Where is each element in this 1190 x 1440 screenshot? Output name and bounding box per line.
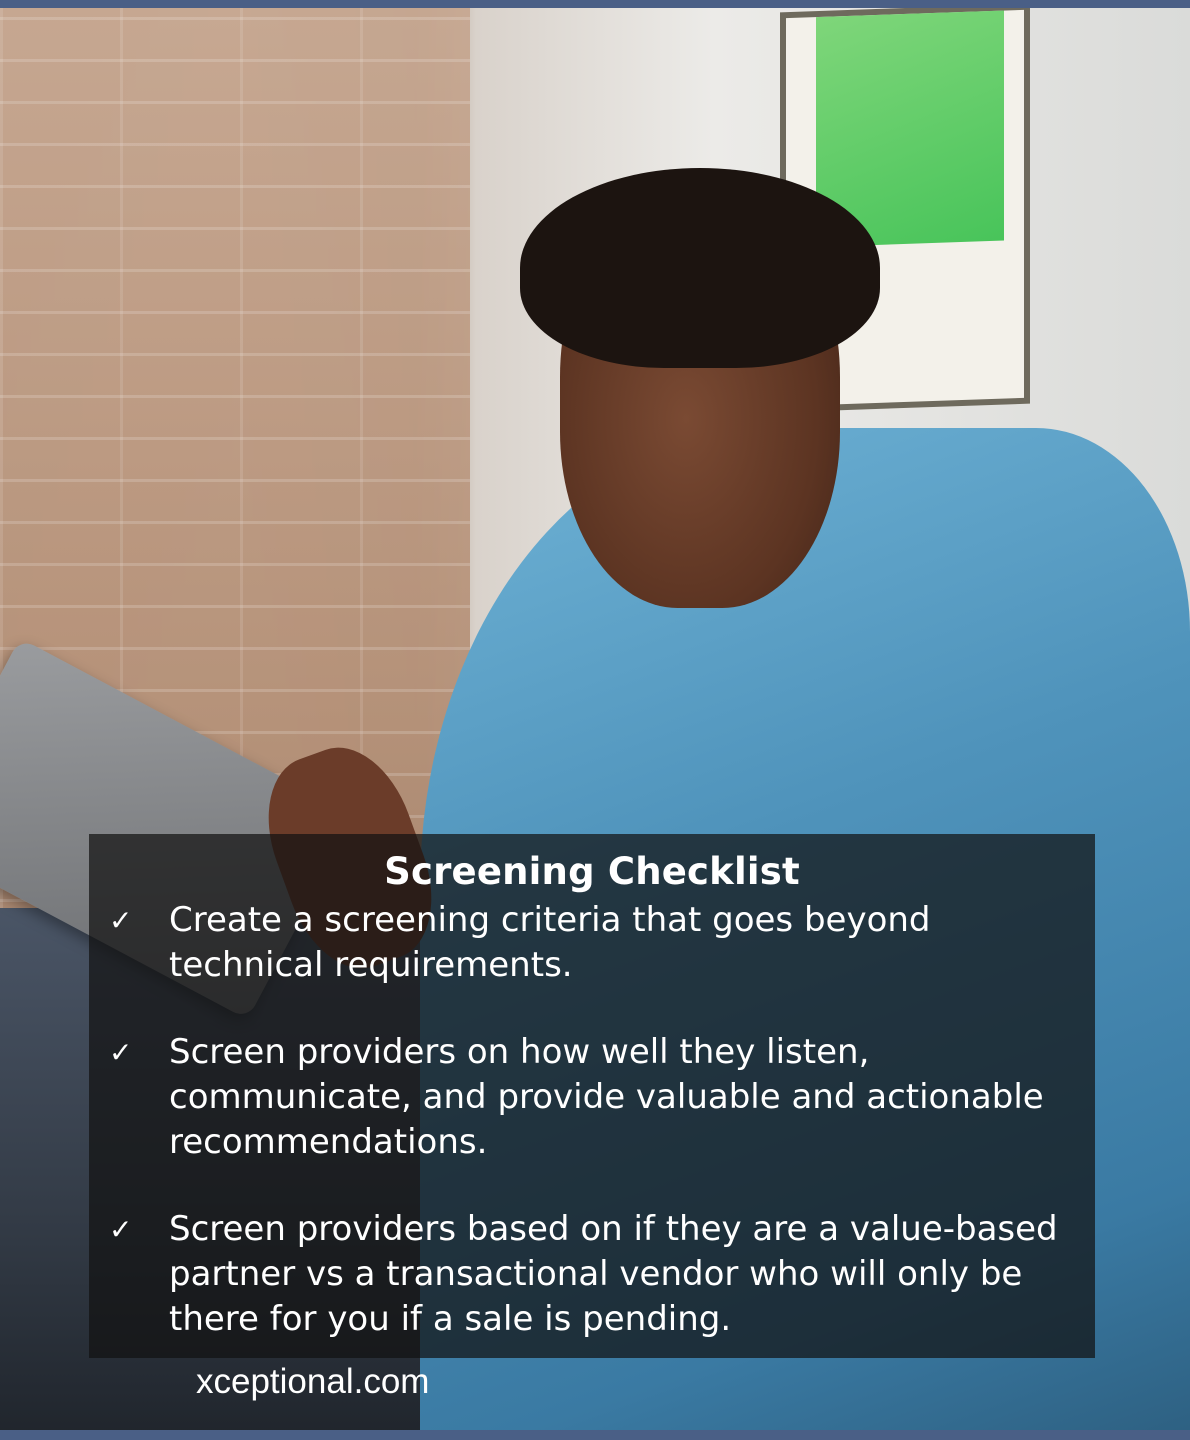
checklist: ✓ Create a screening criteria that goes …	[89, 898, 1095, 1384]
checklist-item-text: Screen providers on how well they listen…	[169, 1032, 1044, 1162]
checklist-item-text: Screen providers based on if they are a …	[169, 1209, 1058, 1339]
checklist-item-text: Create a screening criteria that goes be…	[169, 900, 931, 985]
check-mark-icon: ✓	[109, 1213, 133, 1246]
checklist-item: ✓ Screen providers based on if they are …	[89, 1207, 1095, 1342]
checklist-item: ✓ Screen providers on how well they list…	[89, 1030, 1095, 1165]
panel-title: Screening Checklist	[384, 850, 800, 893]
infographic-frame: Screening Checklist ✓ Create a screening…	[0, 0, 1190, 1440]
site-watermark: xceptional.com	[196, 1362, 430, 1401]
checklist-panel: Screening Checklist ✓ Create a screening…	[89, 834, 1095, 1358]
check-mark-icon: ✓	[109, 904, 133, 937]
person-hair	[520, 168, 880, 368]
check-mark-icon: ✓	[109, 1036, 133, 1069]
checklist-item: ✓ Create a screening criteria that goes …	[89, 898, 1095, 988]
